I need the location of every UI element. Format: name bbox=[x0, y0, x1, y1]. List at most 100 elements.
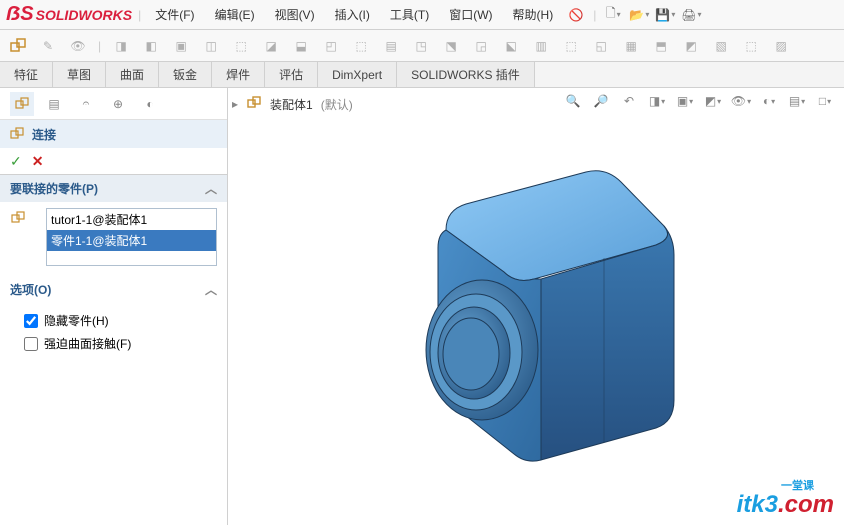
tool-icon-11[interactable]: ◳ bbox=[409, 34, 433, 58]
save-icon[interactable]: 💾▾ bbox=[654, 4, 676, 26]
menu-help[interactable]: 帮助(H) bbox=[505, 2, 562, 27]
tool-icon-19[interactable]: ⬒ bbox=[649, 34, 673, 58]
cancel-button[interactable]: ✕ bbox=[32, 153, 44, 170]
section-parts-header[interactable]: 要联接的零件(P) ︿ bbox=[0, 175, 227, 202]
part-label: tutor1-1@装配体1 bbox=[51, 211, 147, 228]
section-parts-body: tutor1-1@装配体1 零件1-1@装配体1 bbox=[0, 202, 227, 276]
sidetab-dim-icon[interactable]: ⊕ bbox=[106, 92, 130, 116]
menu-bar: ẞS SOLIDWORKS | 文件(F) 编辑(E) 视图(V) 插入(I) … bbox=[0, 0, 844, 30]
tool-icon-18[interactable]: ▦ bbox=[619, 34, 643, 58]
assembly-icon[interactable] bbox=[6, 34, 30, 58]
property-title: 连接 bbox=[32, 126, 56, 143]
hide-label: 隐藏零件(H) bbox=[44, 312, 109, 329]
edit-icon[interactable]: ✎ bbox=[36, 34, 60, 58]
tool-icon-20[interactable]: ◩ bbox=[679, 34, 703, 58]
ok-button[interactable]: ✓ bbox=[10, 153, 22, 170]
hide-show-icon[interactable]: 👁▾ bbox=[730, 90, 752, 112]
tool-icon-14[interactable]: ⬕ bbox=[499, 34, 523, 58]
list-item-empty[interactable] bbox=[47, 251, 216, 265]
appearance-icon[interactable]: ◐▾ bbox=[758, 90, 780, 112]
tool-icon-4[interactable]: ◫ bbox=[199, 34, 223, 58]
logo-s-icon: ẞS bbox=[6, 3, 34, 26]
tool-icon-2[interactable]: ◧ bbox=[139, 34, 163, 58]
option-surface[interactable]: 强迫曲面接触(F) bbox=[10, 332, 217, 355]
feature-manager: ▤ 𝄐 ⊕ ◐ 连接 ✓ ✕ 要联接的零件(P) ︿ tut bbox=[0, 88, 228, 525]
tool-icon-23[interactable]: ▨ bbox=[769, 34, 793, 58]
tool-icon-17[interactable]: ◱ bbox=[589, 34, 613, 58]
tool-icon-7[interactable]: ⬓ bbox=[289, 34, 313, 58]
breadcrumb-root[interactable]: 装配体1 bbox=[270, 96, 313, 113]
section-options-header[interactable]: 选项(O) ︿ bbox=[0, 276, 227, 303]
section-parts-title: 要联接的零件(P) bbox=[10, 180, 98, 197]
separator: | bbox=[591, 8, 598, 22]
view-icon[interactable]: 👁 bbox=[66, 34, 90, 58]
print-icon[interactable]: 🖨▾ bbox=[680, 4, 702, 26]
orientation-icon[interactable]: ◩▾ bbox=[702, 90, 724, 112]
section-view-icon[interactable]: ◨▾ bbox=[646, 90, 668, 112]
app-name: SOLIDWORKS bbox=[36, 7, 132, 23]
tab-surfaces[interactable]: 曲面 bbox=[106, 62, 159, 87]
list-item[interactable]: tutor1-1@装配体1 bbox=[47, 209, 216, 230]
tool-icon-22[interactable]: ⬚ bbox=[739, 34, 763, 58]
sidetab-appearance-icon[interactable]: ◐ bbox=[138, 92, 162, 116]
assembly-icon bbox=[246, 95, 262, 114]
search-icon[interactable]: 🚫 bbox=[565, 4, 587, 26]
chevron-up-icon: ︿ bbox=[205, 180, 217, 197]
tool-icon-6[interactable]: ◪ bbox=[259, 34, 283, 58]
sidebar-tabs: ▤ 𝄐 ⊕ ◐ bbox=[0, 88, 227, 120]
tool-icon-13[interactable]: ◲ bbox=[469, 34, 493, 58]
watermark-1: itk3 bbox=[737, 491, 778, 518]
menu-insert[interactable]: 插入(I) bbox=[327, 2, 378, 27]
tab-evaluate[interactable]: 评估 bbox=[265, 62, 318, 87]
sidetab-property-icon[interactable]: ▤ bbox=[42, 92, 66, 116]
breadcrumb-back-icon[interactable]: ▸ bbox=[232, 97, 238, 111]
parts-list[interactable]: tutor1-1@装配体1 零件1-1@装配体1 bbox=[46, 208, 217, 266]
command-toolbar: ✎ 👁 | ◨ ◧ ▣ ◫ ⬚ ◪ ⬓ ◰ ⬚ ▤ ◳ ⬔ ◲ ⬕ ▥ ⬚ ◱ … bbox=[0, 30, 844, 62]
menu-window[interactable]: 窗口(W) bbox=[441, 2, 500, 27]
tool-icon-3[interactable]: ▣ bbox=[169, 34, 193, 58]
render-icon[interactable]: □▾ bbox=[814, 90, 836, 112]
viewport[interactable]: ▸ 装配体1 (默认) 🔍 🔎 ↶ ◨▾ ▣▾ ◩▾ 👁▾ ◐▾ ▤▾ □▾ bbox=[228, 88, 844, 525]
watermark: itk3.com bbox=[737, 491, 834, 519]
option-hide[interactable]: 隐藏零件(H) bbox=[10, 309, 217, 332]
tool-icon-16[interactable]: ⬚ bbox=[559, 34, 583, 58]
tab-weldments[interactable]: 焊件 bbox=[212, 62, 265, 87]
tool-icon-12[interactable]: ⬔ bbox=[439, 34, 463, 58]
tab-sketch[interactable]: 草图 bbox=[53, 62, 106, 87]
list-item[interactable]: 零件1-1@装配体1 bbox=[47, 230, 216, 251]
tool-icon-10[interactable]: ▤ bbox=[379, 34, 403, 58]
property-header: 连接 bbox=[0, 120, 227, 148]
scene-icon[interactable]: ▤▾ bbox=[786, 90, 808, 112]
tool-icon-9[interactable]: ⬚ bbox=[349, 34, 373, 58]
surface-label: 强迫曲面接触(F) bbox=[44, 335, 131, 352]
tool-icon-1[interactable]: ◨ bbox=[109, 34, 133, 58]
menu-edit[interactable]: 编辑(E) bbox=[207, 2, 263, 27]
section-options-title: 选项(O) bbox=[10, 281, 51, 298]
sidetab-config-icon[interactable]: 𝄐 bbox=[74, 92, 98, 116]
new-icon[interactable]: 🗋▾ bbox=[602, 4, 624, 26]
zoom-fit-icon[interactable]: 🔍 bbox=[562, 90, 584, 112]
prev-view-icon[interactable]: ↶ bbox=[618, 90, 640, 112]
tool-icon-8[interactable]: ◰ bbox=[319, 34, 343, 58]
tool-icon-15[interactable]: ▥ bbox=[529, 34, 553, 58]
surface-checkbox[interactable] bbox=[24, 337, 38, 351]
model-view[interactable] bbox=[228, 124, 844, 525]
tab-features[interactable]: 特征 bbox=[0, 62, 53, 87]
sidetab-feature-icon[interactable] bbox=[10, 92, 34, 116]
hide-checkbox[interactable] bbox=[24, 314, 38, 328]
viewport-toolbar: 🔍 🔎 ↶ ◨▾ ▣▾ ◩▾ 👁▾ ◐▾ ▤▾ □▾ bbox=[562, 90, 836, 112]
tab-sheetmetal[interactable]: 钣金 bbox=[159, 62, 212, 87]
menu-view[interactable]: 视图(V) bbox=[267, 2, 323, 27]
display-style-icon[interactable]: ▣▾ bbox=[674, 90, 696, 112]
menu-tools[interactable]: 工具(T) bbox=[382, 2, 437, 27]
tool-icon-21[interactable]: ▧ bbox=[709, 34, 733, 58]
tool-icon-5[interactable]: ⬚ bbox=[229, 34, 253, 58]
menu-file[interactable]: 文件(F) bbox=[147, 2, 202, 27]
zoom-area-icon[interactable]: 🔎 bbox=[590, 90, 612, 112]
join-icon bbox=[8, 125, 26, 143]
command-tabs: 特征 草图 曲面 钣金 焊件 评估 DimXpert SOLIDWORKS 插件 bbox=[0, 62, 844, 88]
separator: | bbox=[96, 39, 103, 53]
tab-addins[interactable]: SOLIDWORKS 插件 bbox=[397, 62, 535, 87]
open-icon[interactable]: 📂▾ bbox=[628, 4, 650, 26]
tab-dimxpert[interactable]: DimXpert bbox=[318, 62, 397, 87]
